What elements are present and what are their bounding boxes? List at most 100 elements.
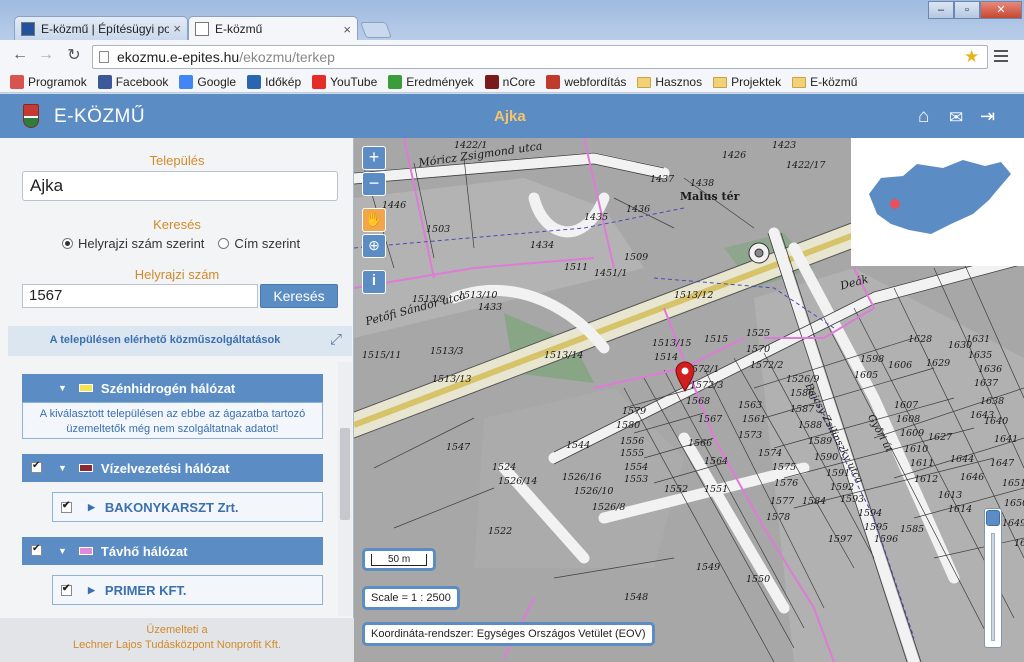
tab-ekozmu-portal[interactable]: E-közmű | Építésügyi port × xyxy=(14,16,188,40)
parcel-number: 1592 xyxy=(830,482,855,493)
collapse-triangle-icon[interactable]: ▼ xyxy=(58,546,67,556)
category-checkbox[interactable] xyxy=(31,543,42,556)
search-button[interactable]: Keresés xyxy=(260,284,338,308)
parcel-number: 1580 xyxy=(616,420,641,431)
parcel-number: 1594 xyxy=(858,508,883,519)
parcel-number: 1553 xyxy=(624,474,649,485)
parcel-number: 1515/11 xyxy=(362,350,402,361)
category-tavho[interactable]: ▼ Távhő hálózat xyxy=(22,537,323,565)
radio-hrsz[interactable] xyxy=(62,238,73,249)
home-icon[interactable]: ⌂ xyxy=(918,106,929,128)
hungarian-crest-icon xyxy=(23,104,39,128)
tab-close-icon[interactable]: × xyxy=(173,21,181,36)
category-szenhidrogen[interactable]: ▼ Szénhidrogén hálózat xyxy=(22,374,323,402)
zoom-out-button[interactable]: − xyxy=(362,172,386,196)
folder-icon xyxy=(713,76,728,88)
expand-triangle-icon[interactable]: ▶ xyxy=(88,502,95,513)
selected-city: Ajka xyxy=(494,108,526,125)
ncore-icon xyxy=(484,75,499,89)
back-icon[interactable]: ← xyxy=(10,46,30,64)
window-controls: – ▫ ✕ xyxy=(928,1,1022,19)
bookmark-label: E-közmű xyxy=(810,75,858,89)
bookmark-item[interactable]: webfordítás xyxy=(546,75,626,89)
category-label: Vízelvezetési hálózat xyxy=(100,460,230,476)
bookmark-label: nCore xyxy=(502,75,536,89)
forward-icon[interactable]: → xyxy=(36,46,56,64)
folder-icon xyxy=(792,76,807,88)
logout-icon[interactable]: ⇥ xyxy=(980,106,995,127)
category-vizelvezetes[interactable]: ▼ Vízelvezetési hálózat xyxy=(22,454,323,482)
parcel-number: 1513/15 xyxy=(652,338,692,349)
parcel-number: 1437 xyxy=(650,174,675,185)
parcel-number: 1552 xyxy=(664,484,689,495)
parcel-number: 1438 xyxy=(690,178,715,189)
expand-icon[interactable]: ⤢ xyxy=(326,331,346,351)
address-bar[interactable]: ekozmu.e-epites.hu/ekozmu/terkep xyxy=(92,45,988,69)
parcel-number: 1526/8 xyxy=(592,502,626,513)
zoom-box-icon[interactable]: ⊕ xyxy=(362,234,386,258)
services-header: A településen elérhető közműszolgáltatás… xyxy=(49,334,281,346)
new-tab-button[interactable] xyxy=(360,22,392,38)
provider-checkbox[interactable] xyxy=(61,500,72,513)
collapse-triangle-icon[interactable]: ▼ xyxy=(58,463,67,473)
parcel-number: 1434 xyxy=(530,240,555,251)
radio-hrsz-label: Helyrajzi szám szerint xyxy=(78,236,205,251)
tab-close-icon[interactable]: × xyxy=(343,22,351,37)
expand-triangle-icon[interactable]: ▶ xyxy=(88,585,95,596)
parcel-number: 1567 xyxy=(698,414,723,425)
folder-icon xyxy=(637,76,652,88)
category-checkbox[interactable] xyxy=(31,460,42,473)
telepules-input[interactable]: Ajka xyxy=(22,171,338,201)
bookmark-item[interactable]: YouTube xyxy=(312,75,377,89)
tab-ekozmu-map[interactable]: E-közmű × xyxy=(188,16,358,41)
close-window-icon[interactable]: ✕ xyxy=(980,1,1022,19)
collapse-triangle-icon[interactable]: ▼ xyxy=(58,383,67,393)
category-color-swatch xyxy=(78,464,93,472)
parcel-number: 1637 xyxy=(974,378,999,389)
reload-icon[interactable]: ↻ xyxy=(64,45,84,65)
bookmark-item[interactable]: Eredmények xyxy=(388,75,474,89)
provider-bakonykarszt[interactable]: ▶ BAKONYKARSZT Zrt. xyxy=(52,492,323,522)
provider-label: BAKONYKARSZT Zrt. xyxy=(104,499,239,515)
zoom-in-button[interactable]: + xyxy=(362,146,386,170)
bookmark-item[interactable]: Google xyxy=(179,75,236,89)
bookmark-item[interactable]: Időkép xyxy=(247,75,301,89)
results-icon xyxy=(388,75,403,89)
bookmark-item[interactable]: Projektek xyxy=(713,75,781,89)
parcel-number: 1607 xyxy=(894,400,919,411)
bookmark-item[interactable]: E-közmű xyxy=(792,75,857,89)
apps-grid-icon xyxy=(10,75,24,89)
minimize-icon[interactable]: – xyxy=(928,1,954,19)
bookmark-item[interactable]: nCore xyxy=(484,75,536,89)
category-color-swatch xyxy=(78,547,93,555)
parcel-number: 1596 xyxy=(874,534,899,545)
category-color-swatch xyxy=(78,384,93,392)
parcel-number: 1556 xyxy=(620,436,645,447)
cadastral-map[interactable]: 1515/11 1513/3 1513/13 1513/10 1513/9 1433 143… xyxy=(354,138,1024,662)
bookmark-item[interactable]: Programok xyxy=(10,75,87,89)
info-icon[interactable]: i xyxy=(362,270,386,294)
bookmark-item[interactable]: Hasznos xyxy=(637,75,702,89)
browser-menu-icon[interactable] xyxy=(994,47,1008,65)
location-marker-icon[interactable] xyxy=(674,360,696,392)
radio-cim[interactable] xyxy=(218,238,230,249)
panel-scrollbar-thumb[interactable] xyxy=(340,428,350,520)
parcel-number: 1548 xyxy=(624,592,649,603)
zoom-slider-handle[interactable] xyxy=(986,510,1000,526)
bookmark-star-icon[interactable]: ★ xyxy=(964,47,979,67)
bookmark-item[interactable]: Facebook xyxy=(97,75,168,89)
provider-checkbox[interactable] xyxy=(61,583,72,596)
hrsz-input[interactable]: 1567 xyxy=(22,284,258,308)
overview-map[interactable] xyxy=(851,138,1024,266)
maximize-icon[interactable]: ▫ xyxy=(954,1,980,19)
mail-icon[interactable]: ✉ xyxy=(949,108,963,128)
webforditas-icon xyxy=(546,75,561,89)
pan-hand-icon[interactable]: ✋ xyxy=(362,208,386,232)
parcel-number: 1608 xyxy=(896,414,921,425)
idokep-icon xyxy=(247,75,262,89)
page-favicon-icon xyxy=(195,22,209,36)
parcel-number: 1436 xyxy=(626,204,651,215)
provider-primer[interactable]: ▶ PRIMER KFT. xyxy=(52,575,323,605)
parcel-number: 1611 xyxy=(910,458,935,469)
bookmark-label: Időkép xyxy=(265,75,302,89)
